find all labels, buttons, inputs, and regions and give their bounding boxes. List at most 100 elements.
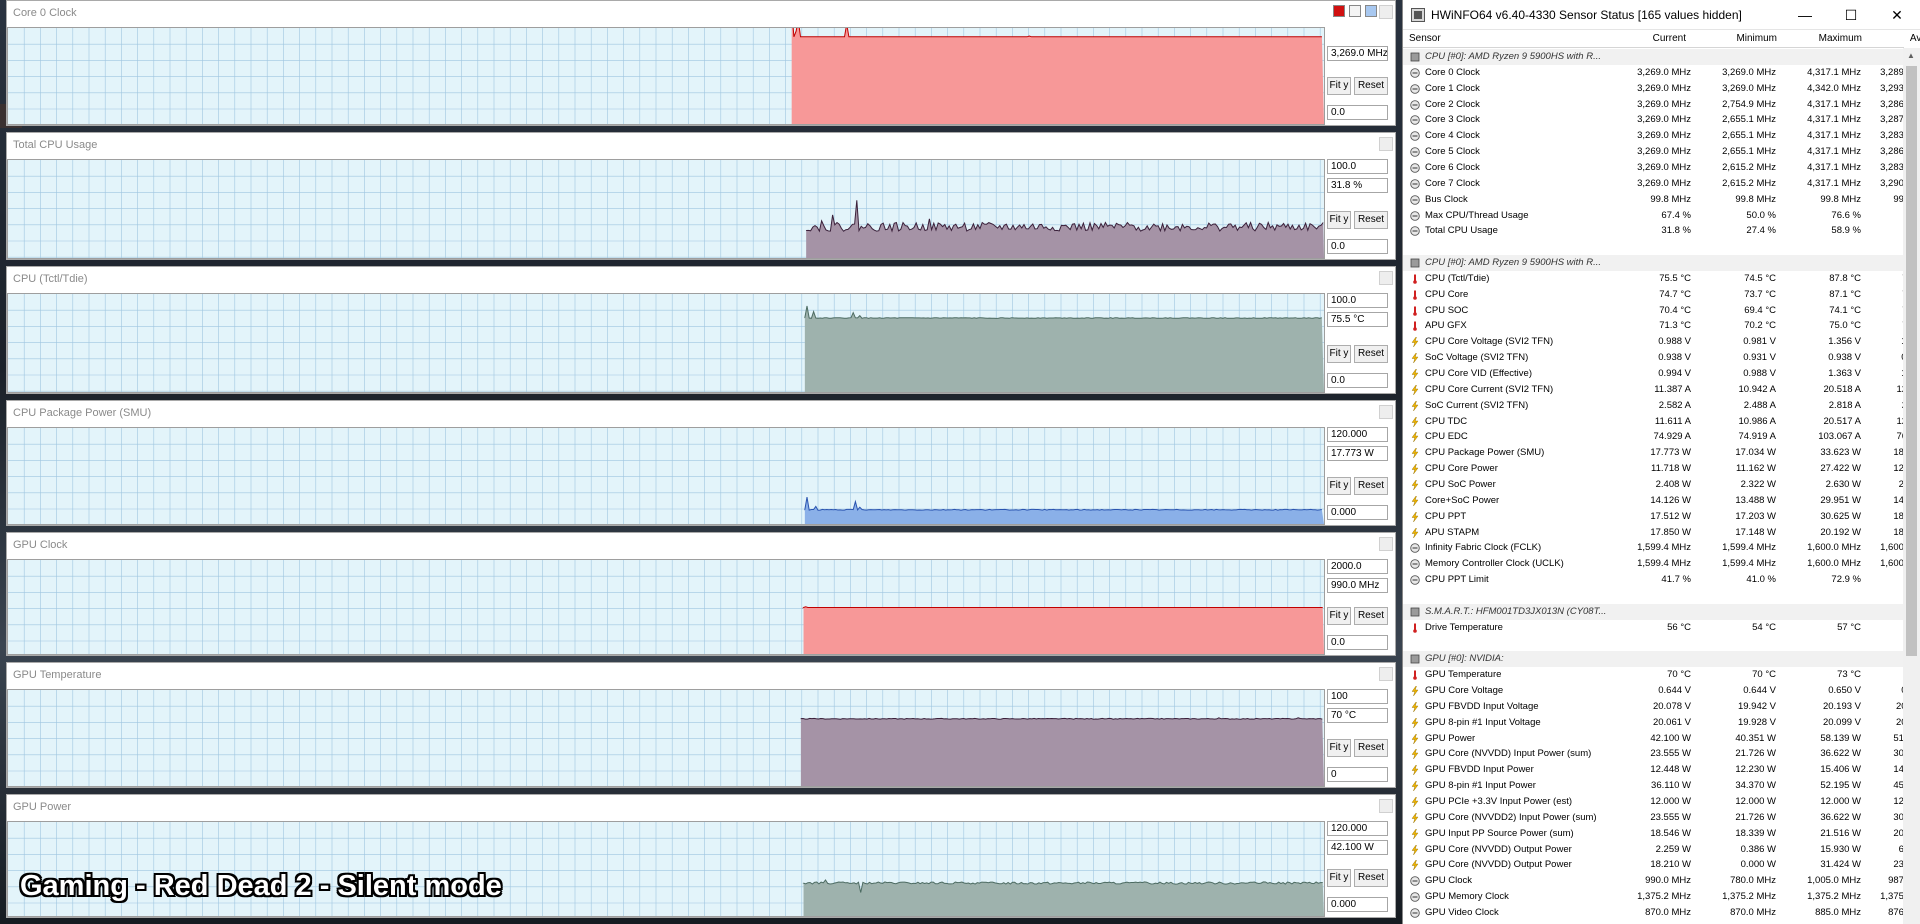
sensor-row[interactable]: CPU PPT 17.512 W 17.203 W 30.625 W 18.661 W	[1403, 509, 1904, 525]
sensor-row[interactable]: Infinity Fabric Clock (FCLK) 1,599.4 MHz 1…	[1403, 540, 1904, 556]
sensor-row[interactable]: CPU Core Power 11.718 W 11.162 W 27.422 W 12…	[1403, 461, 1904, 477]
sensor-group-header[interactable]: GPU [#0]: NVIDIA:	[1403, 651, 1904, 668]
graph-window-6[interactable]: GPU Temperature 100 70 °C Fit y Reset 0	[6, 662, 1396, 788]
sensor-row[interactable]: GPU Core (NVVDD) Input Power (sum) 23.555…	[1403, 746, 1904, 762]
sensor-row[interactable]: GPU PCIe +3.3V Input Power (est) 12.000 W…	[1403, 794, 1904, 810]
color-swatch[interactable]	[1349, 5, 1361, 17]
sensor-row[interactable]: Core 2 Clock 3,269.0 MHz 2,754.9 MHz 4,317.…	[1403, 97, 1904, 113]
sensor-label: Core 4 Clock	[1425, 130, 1480, 142]
sensor-current: 17.512 W	[1650, 510, 1691, 522]
sensor-label: GPU Core (NVVDD) Input Power (sum)	[1425, 748, 1592, 760]
fit-y-button[interactable]: Fit y	[1327, 77, 1351, 95]
sensor-row[interactable]: GPU Power 42.100 W 40.351 W 58.139 W 51.072 …	[1403, 731, 1904, 747]
sensor-spacer	[1403, 635, 1904, 651]
sensor-row[interactable]: APU GFX 71.3 °C 70.2 °C 75.0 °C 71.9 °C	[1403, 318, 1904, 334]
sensor-row[interactable]: Bus Clock 99.8 MHz 99.8 MHz 99.8 MHz 99.8 MH…	[1403, 192, 1904, 208]
hwinfo-titlebar[interactable]: HWiNFO64 v6.40-4330 Sensor Status [165 v…	[1403, 0, 1920, 30]
sensor-row[interactable]: Max CPU/Thread Usage 67.4 % 50.0 % 76.6 % 63…	[1403, 208, 1904, 224]
reset-button[interactable]: Reset	[1354, 211, 1388, 229]
sensor-row[interactable]: CPU Core VID (Effective) 0.994 V 0.988 V 1.…	[1403, 366, 1904, 382]
column-current[interactable]: Current	[1636, 33, 1686, 44]
sensor-row[interactable]: APU STAPM 17.850 W 17.148 W 20.192 W 18.529 …	[1403, 525, 1904, 541]
sensor-row[interactable]: GPU Input PP Source Power (sum) 18.546 W 1…	[1403, 826, 1904, 842]
graph-window-4[interactable]: CPU Package Power (SMU) 120.000 17.773 W Fi…	[6, 400, 1396, 526]
sensor-group-header[interactable]: S.M.A.R.T.: HFM001TD3JX013N (CY08T...	[1403, 603, 1904, 620]
fit-y-button[interactable]: Fit y	[1327, 477, 1351, 495]
color-swatch[interactable]	[1333, 5, 1345, 17]
column-average[interactable]: Average	[1893, 33, 1920, 44]
sensor-row[interactable]: Core 3 Clock 3,269.0 MHz 2,655.1 MHz 4,317.…	[1403, 112, 1904, 128]
sensor-scrollbar[interactable]: ▲	[1903, 48, 1920, 924]
sensor-row[interactable]: CPU TDC 11.611 A 10.986 A 20.517 A 12.157 A	[1403, 414, 1904, 430]
color-swatch[interactable]	[1365, 5, 1377, 17]
fit-y-button[interactable]: Fit y	[1327, 869, 1351, 887]
sensor-label: CPU SOC	[1425, 304, 1469, 316]
scroll-up-icon[interactable]: ▲	[1907, 51, 1915, 60]
sensor-row[interactable]: SoC Current (SVI2 TFN) 2.582 A 2.488 A 2.81…	[1403, 398, 1904, 414]
reset-button[interactable]: Reset	[1354, 739, 1388, 757]
sensor-row[interactable]: CPU Package Power (SMU) 17.773 W 17.034 W 3…	[1403, 445, 1904, 461]
column-maximum[interactable]: Maximum	[1808, 33, 1862, 44]
sensor-row[interactable]: GPU Core (NVVDD2) Input Power (sum) 23.55…	[1403, 810, 1904, 826]
close-button[interactable]: ✕	[1874, 0, 1920, 30]
reset-button[interactable]: Reset	[1354, 77, 1388, 95]
reset-button[interactable]: Reset	[1354, 607, 1388, 625]
sensor-row[interactable]: CPU EDC 74.929 A 74.919 A 103.067 A 76.106 A	[1403, 429, 1904, 445]
sensor-row[interactable]: CPU Core Voltage (SVI2 TFN) 0.988 V 0.981 …	[1403, 334, 1904, 350]
sensor-row[interactable]: CPU SoC Power 2.408 W 2.322 W 2.630 W 2.390 …	[1403, 477, 1904, 493]
sensor-row[interactable]: CPU Core Current (SVI2 TFN) 11.387 A 10.94…	[1403, 382, 1904, 398]
sensor-group-header[interactable]: CPU [#0]: AMD Ryzen 9 5900HS with R...	[1403, 49, 1904, 65]
reset-button[interactable]: Reset	[1354, 869, 1388, 887]
sensor-row[interactable]: Core+SoC Power 14.126 W 13.488 W 29.951 W 14…	[1403, 493, 1904, 509]
sensor-row[interactable]: GPU 8-pin #1 Input Voltage 20.061 V 19.928…	[1403, 715, 1904, 731]
sensor-row[interactable]: Memory Controller Clock (UCLK) 1,599.4 MH…	[1403, 556, 1904, 572]
sensor-minimum: 1,599.4 MHz	[1722, 542, 1776, 554]
fit-y-button[interactable]: Fit y	[1327, 345, 1351, 363]
sensor-row[interactable]: CPU (Tctl/Tdie) 75.5 °C 74.5 °C 87.8 °C 77.0…	[1403, 271, 1904, 287]
sensor-row[interactable]: Core 6 Clock 3,269.0 MHz 2,615.2 MHz 4,317.…	[1403, 160, 1904, 176]
graph-current-value: 990.0 MHz	[1327, 578, 1388, 593]
sensor-row[interactable]: GPU Core Voltage 0.644 V 0.644 V 0.650 V 0.6…	[1403, 683, 1904, 699]
sensor-row[interactable]: GPU FBVDD Input Voltage 20.078 V 19.942 V 2…	[1403, 699, 1904, 715]
hwinfo-window[interactable]: HWiNFO64 v6.40-4330 Sensor Status [165 v…	[1402, 0, 1920, 924]
graph-window-2[interactable]: Total CPU Usage 100.0 31.8 % Fit y Reset 0.0	[6, 132, 1396, 260]
sensor-row[interactable]: Total CPU Usage 31.8 % 27.4 % 58.9 % 37.8 %	[1403, 223, 1904, 239]
sensor-row[interactable]: Core 4 Clock 3,269.0 MHz 2,655.1 MHz 4,317.…	[1403, 128, 1904, 144]
sensor-row[interactable]: Core 0 Clock 3,269.0 MHz 3,269.0 MHz 4,317.…	[1403, 65, 1904, 81]
fit-y-button[interactable]: Fit y	[1327, 739, 1351, 757]
sensor-row[interactable]: Core 7 Clock 3,269.0 MHz 2,615.2 MHz 4,317.…	[1403, 176, 1904, 192]
graph-plot	[7, 427, 1325, 525]
reset-button[interactable]: Reset	[1354, 345, 1388, 363]
sensor-row[interactable]: Drive Temperature 56 °C 54 °C 57 °C 56 °C	[1403, 620, 1904, 636]
sensor-row[interactable]: CPU Core 74.7 °C 73.7 °C 87.1 °C 75.9 °C	[1403, 287, 1904, 303]
sensor-row[interactable]: Core 5 Clock 3,269.0 MHz 2,655.1 MHz 4,317.…	[1403, 144, 1904, 160]
sensor-row[interactable]: GPU FBVDD Input Power 12.448 W 12.230 W 15.…	[1403, 762, 1904, 778]
sensor-minimum: 74.5 °C	[1744, 272, 1776, 284]
graph-window-5[interactable]: GPU Clock 2000.0 990.0 MHz Fit y Reset 0.0	[6, 532, 1396, 656]
column-sensor[interactable]: Sensor	[1409, 33, 1441, 44]
sensor-row[interactable]: CPU SOC 70.4 °C 69.4 °C 74.1 °C 71.2 °C	[1403, 303, 1904, 319]
sensor-label: Infinity Fabric Clock (FCLK)	[1425, 542, 1542, 554]
graph-window-1[interactable]: Core 0 Clock 3,269.0 MHz Fit y Reset 0.0	[6, 0, 1396, 126]
sensor-row[interactable]: GPU 8-pin #1 Input Power 36.110 W 34.370 W…	[1403, 778, 1904, 794]
sensor-row[interactable]: GPU Memory Clock 1,375.2 MHz 1,375.2 MHz 1,…	[1403, 889, 1904, 905]
maximize-button[interactable]: ☐	[1828, 0, 1874, 30]
graph-window-3[interactable]: CPU (Tctl/Tdie) 100.0 75.5 °C Fit y Reset 0.0	[6, 266, 1396, 394]
minimize-button[interactable]: —	[1782, 0, 1828, 30]
sensor-row[interactable]: GPU Temperature 70 °C 70 °C 73 °C 71 °C	[1403, 667, 1904, 683]
sensor-row[interactable]: GPU Video Clock 870.0 MHz 870.0 MHz 885.0 M…	[1403, 905, 1904, 921]
reset-button[interactable]: Reset	[1354, 477, 1388, 495]
sensor-row[interactable]: Core 1 Clock 3,269.0 MHz 3,269.0 MHz 4,342.…	[1403, 81, 1904, 97]
column-minimum[interactable]: Minimum	[1723, 33, 1777, 44]
sensor-group-header[interactable]: CPU [#0]: AMD Ryzen 9 5900HS with R...	[1403, 255, 1904, 271]
fit-y-button[interactable]: Fit y	[1327, 607, 1351, 625]
sensor-table-body[interactable]: CPU [#0]: AMD Ryzen 9 5900HS with R... Co…	[1403, 49, 1904, 924]
overlay-caption: Gaming - Red Dead 2 - Silent mode	[20, 870, 502, 902]
sensor-row[interactable]: GPU Core (NVVDD) Output Power 2.259 W 0.38…	[1403, 842, 1904, 858]
fit-y-button[interactable]: Fit y	[1327, 211, 1351, 229]
sensor-row[interactable]: SoC Voltage (SVI2 TFN) 0.938 V 0.931 V 0.93…	[1403, 350, 1904, 366]
sensor-row[interactable]: GPU Core (NVVDD) Output Power 18.210 W 0.0…	[1403, 857, 1904, 873]
sensor-row[interactable]: CPU PPT Limit 41.7 % 41.0 % 72.9 % 44.4 %	[1403, 572, 1904, 588]
sensor-row[interactable]: GPU Clock 990.0 MHz 780.0 MHz 1,005.0 MHz 98…	[1403, 873, 1904, 889]
scrollbar-thumb[interactable]	[1906, 66, 1917, 656]
